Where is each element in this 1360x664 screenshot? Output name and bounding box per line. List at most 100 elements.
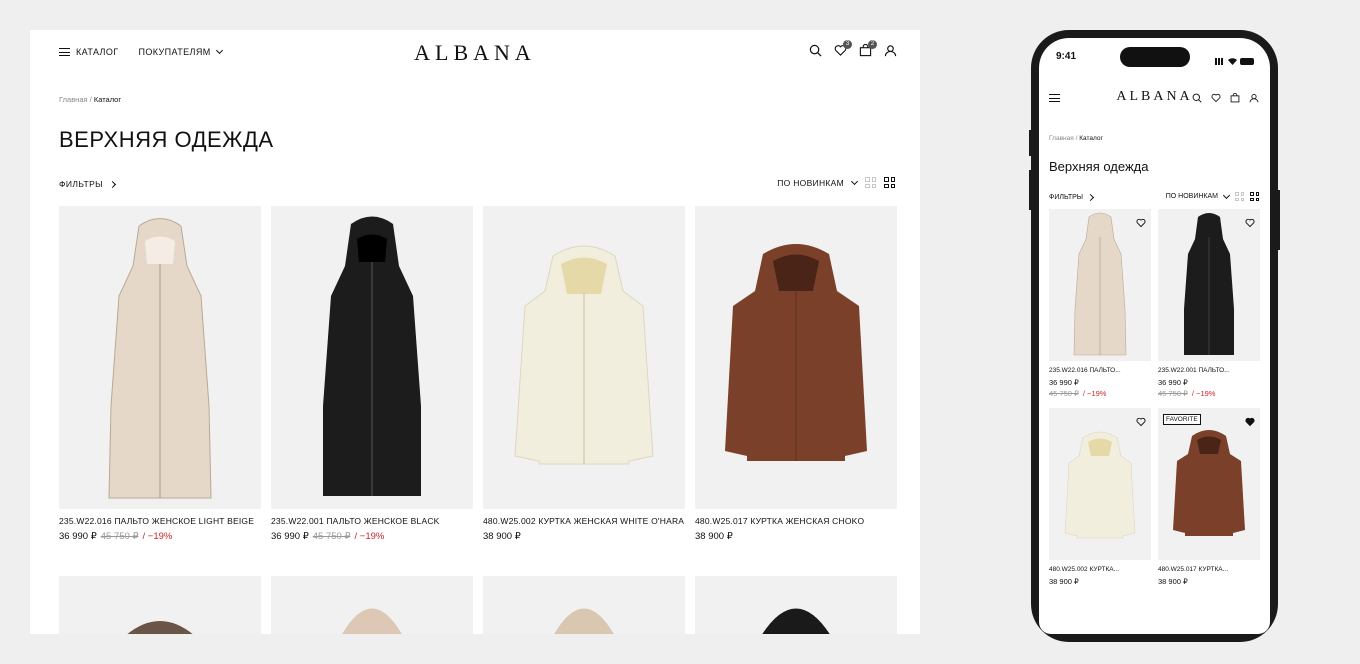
price-current: 38 900 ₽: [1158, 577, 1188, 586]
chevron-right-icon: [109, 180, 117, 188]
status-time: 9:41: [1056, 51, 1077, 62]
view-two-columns-icon[interactable]: [1250, 192, 1259, 201]
product-card[interactable]: FAVORITE 480.W25.017 КУРТКА... 38 900 ₽: [1158, 408, 1260, 586]
search-icon[interactable]: [809, 44, 822, 57]
product-name[interactable]: 235.W22.016 ПАЛЬТО...: [1049, 367, 1151, 374]
view-four-columns-icon[interactable]: [884, 177, 895, 188]
product-name[interactable]: 235.W22.016 ПАЛЬТО ЖЕНСКОЕ LIGHT BEIGE: [59, 516, 261, 526]
favorite-toggle-icon[interactable]: [1245, 215, 1255, 228]
product-card[interactable]: 235.W22.016 ПАЛЬТО... 36 990 ₽ 45 750 ₽ …: [1049, 209, 1151, 398]
product-card[interactable]: 480.W25.002 КУРТКА... 38 900 ₽: [1049, 408, 1151, 586]
product-image[interactable]: [271, 206, 473, 509]
price-old: 45 750 ₽: [312, 531, 351, 542]
wifi-icon: [1228, 52, 1237, 70]
desktop-page: КАТАЛОГ ПОКУПАТЕЛЯМ ALBANA 3 2 Главная /…: [30, 30, 920, 634]
dynamic-island: [1120, 47, 1190, 67]
user-icon[interactable]: [884, 44, 897, 57]
filters-button[interactable]: ФИЛЬТРЫ: [1049, 193, 1095, 202]
cart-icon[interactable]: [1230, 93, 1240, 103]
product-image[interactable]: [695, 576, 897, 634]
price-discount: / −19%: [142, 531, 173, 542]
product-image[interactable]: [483, 206, 685, 509]
product-name[interactable]: 480.W25.017 КУРТКА...: [1158, 566, 1260, 573]
chevron-down-icon: [1222, 191, 1231, 199]
price-old: 45 750 ₽: [1158, 389, 1188, 398]
price-discount: / −19%: [1191, 389, 1216, 398]
item-top-shape: [342, 608, 402, 634]
breadcrumb-current: Каталог: [1079, 135, 1103, 142]
battery-icon: [1240, 57, 1254, 65]
breadcrumb: Главная / Каталог: [59, 95, 121, 104]
search-icon[interactable]: [1192, 93, 1202, 103]
favorites-icon[interactable]: [1211, 93, 1221, 103]
logo[interactable]: ALBANA: [30, 40, 920, 66]
view-two-columns-icon[interactable]: [865, 177, 876, 188]
favorites-icon[interactable]: 3: [834, 40, 852, 57]
product-image[interactable]: [59, 576, 261, 634]
page-title: Верхняя одежда: [1049, 159, 1149, 174]
item-top-shape: [127, 621, 193, 634]
product-name[interactable]: 235.W22.001 ПАЛЬТО ЖЕНСКОЕ BLACK: [271, 516, 473, 526]
price-current: 36 990 ₽: [59, 531, 97, 542]
phone-screen: 9:41 ALBANA Главная / Каталог Верхняя од…: [1039, 38, 1270, 634]
product-name[interactable]: 480.W25.002 КУРТКА...: [1049, 566, 1151, 573]
view-one-column-icon[interactable]: [1235, 192, 1244, 201]
phone-side-button: [1029, 130, 1032, 156]
product-card[interactable]: 235.W22.016 ПАЛЬТО ЖЕНСКОЕ LIGHT BEIGE 3…: [59, 206, 261, 542]
product-image[interactable]: [695, 206, 897, 509]
product-name[interactable]: 235.W22.001 ПАЛЬТО...: [1158, 367, 1260, 374]
product-name[interactable]: 480.W25.002 КУРТКА ЖЕНСКАЯ WHITE O'HARA: [483, 516, 685, 526]
product-image[interactable]: [483, 576, 685, 634]
product-image[interactable]: [59, 206, 261, 509]
product-image[interactable]: [1158, 209, 1260, 361]
favorite-tag-badge: FAVORITE: [1163, 414, 1201, 425]
favorite-toggle-icon[interactable]: [1136, 215, 1146, 228]
product-card[interactable]: 480.W25.002 КУРТКА ЖЕНСКАЯ WHITE O'HARA …: [483, 206, 685, 542]
product-image[interactable]: [1049, 209, 1151, 361]
header-actions: [1192, 93, 1259, 103]
phone-side-button: [1029, 170, 1032, 210]
filters-button[interactable]: ФИЛЬТРЫ: [59, 179, 117, 189]
header-actions: 3 2: [809, 40, 897, 57]
price-current: 36 990 ₽: [271, 531, 309, 542]
price-current: 38 900 ₽: [1049, 577, 1079, 586]
breadcrumb-home[interactable]: Главная: [1049, 135, 1074, 142]
header: КАТАЛОГ ПОКУПАТЕЛЯМ ALBANA 3 2: [30, 30, 920, 76]
phone-mockup: 9:41 ALBANA Главная / Каталог Верхняя од…: [1029, 30, 1280, 642]
product-card[interactable]: 235.W22.001 ПАЛЬТО... 36 990 ₽ 45 750 ₽ …: [1158, 209, 1260, 398]
breadcrumb-home[interactable]: Главная: [59, 95, 88, 104]
price-old: 45 750 ₽: [100, 531, 139, 542]
product-card[interactable]: 235.W22.001 ПАЛЬТО ЖЕНСКОЕ BLACK 36 990 …: [271, 206, 473, 542]
favorite-toggle-icon[interactable]: [1136, 414, 1146, 427]
product-grid-row-2: [59, 576, 897, 634]
product-image[interactable]: [1049, 408, 1151, 560]
item-top-shape: [554, 608, 614, 634]
price-current: 38 900 ₽: [483, 531, 521, 542]
product-card[interactable]: 480.W25.017 КУРТКА ЖЕНСКАЯ CHOKO 38 900 …: [695, 206, 897, 542]
favorite-toggle-icon[interactable]: [1245, 414, 1255, 427]
sort-dropdown[interactable]: ПО НОВИНКАМ: [777, 178, 844, 188]
chevron-down-icon: [850, 177, 859, 185]
signal-icon: [1215, 57, 1225, 65]
cart-icon[interactable]: 2: [859, 40, 877, 57]
product-grid: 235.W22.016 ПАЛЬТО... 36 990 ₽ 45 750 ₽ …: [1049, 209, 1260, 586]
sort-dropdown[interactable]: ПО НОВИНКАМ: [1166, 193, 1218, 200]
price-discount: / −19%: [354, 531, 385, 542]
product-image[interactable]: FAVORITE: [1158, 408, 1260, 560]
breadcrumb-separator: /: [89, 95, 92, 104]
breadcrumb-separator: /: [1075, 135, 1078, 142]
item-top-shape: [762, 608, 830, 634]
price-current: 38 900 ₽: [695, 531, 733, 542]
status-icons: [1215, 52, 1254, 70]
user-icon[interactable]: [1249, 93, 1259, 103]
phone-side-button: [1277, 190, 1280, 250]
product-price: 38 900 ₽: [483, 531, 685, 542]
price-discount: / −19%: [1082, 389, 1107, 398]
product-name[interactable]: 480.W25.017 КУРТКА ЖЕНСКАЯ CHOKO: [695, 516, 897, 526]
filters-label: ФИЛЬТРЫ: [1049, 194, 1083, 201]
product-price: 38 900 ₽: [695, 531, 897, 542]
product-old-price: 45 750 ₽ / −19%: [1049, 389, 1151, 398]
filters-label: ФИЛЬТРЫ: [59, 179, 104, 189]
breadcrumb: Главная / Каталог: [1049, 135, 1103, 142]
product-image[interactable]: [271, 576, 473, 634]
